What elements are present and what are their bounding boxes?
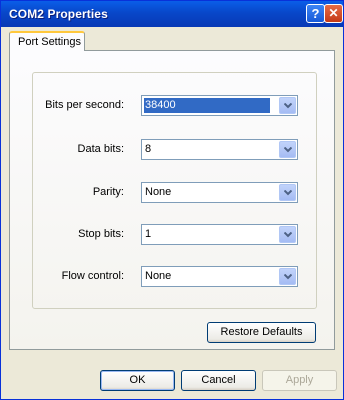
data-bits-select[interactable]: 8 <box>141 139 298 160</box>
parity-select[interactable]: None <box>141 182 298 203</box>
tab-label: Port Settings <box>18 36 81 48</box>
title-bar[interactable]: COM2 Properties ? ✕ <box>1 1 343 27</box>
chevron-down-icon <box>284 232 292 238</box>
parity-label: Parity: <box>92 186 124 198</box>
bits-per-second-label: Bits per second: <box>45 99 124 111</box>
cancel-button[interactable]: Cancel <box>181 370 256 391</box>
parity-value: None <box>145 186 172 198</box>
flow-control-label: Flow control: <box>61 270 124 282</box>
flow-control-dropdown-button[interactable] <box>279 268 296 285</box>
chevron-down-icon <box>284 103 292 109</box>
parity-dropdown-button[interactable] <box>279 184 296 201</box>
bits-per-second-value: 38400 <box>144 98 270 113</box>
chevron-down-icon <box>284 190 292 196</box>
chevron-down-icon <box>284 147 292 153</box>
close-icon: ✕ <box>328 6 339 20</box>
window-title: COM2 Properties <box>9 7 108 21</box>
tab-panel: Bits per second: 38400 Data bits: 8 Pari… <box>9 50 335 350</box>
bits-per-second-dropdown-button[interactable] <box>279 97 296 114</box>
tab-port-settings[interactable]: Port Settings <box>9 31 85 51</box>
stop-bits-dropdown-button[interactable] <box>279 226 296 243</box>
help-button[interactable]: ? <box>306 4 325 23</box>
flow-control-value: None <box>145 270 172 282</box>
bits-per-second-select[interactable]: 38400 <box>141 95 298 116</box>
help-icon: ? <box>311 6 320 21</box>
stop-bits-value: 1 <box>145 228 152 240</box>
data-bits-label: Data bits: <box>77 143 124 155</box>
stop-bits-select[interactable]: 1 <box>141 224 298 245</box>
data-bits-value: 8 <box>145 143 152 155</box>
data-bits-dropdown-button[interactable] <box>279 141 296 158</box>
chevron-down-icon <box>284 274 292 280</box>
apply-button: Apply <box>262 370 337 391</box>
restore-defaults-button[interactable]: Restore Defaults <box>207 322 316 343</box>
flow-control-select[interactable]: None <box>141 266 298 287</box>
properties-window: COM2 Properties ? ✕ Port Settings Bits p… <box>0 0 344 400</box>
stop-bits-label: Stop bits: <box>78 228 124 240</box>
ok-button[interactable]: OK <box>100 370 175 391</box>
close-button[interactable]: ✕ <box>324 4 343 23</box>
